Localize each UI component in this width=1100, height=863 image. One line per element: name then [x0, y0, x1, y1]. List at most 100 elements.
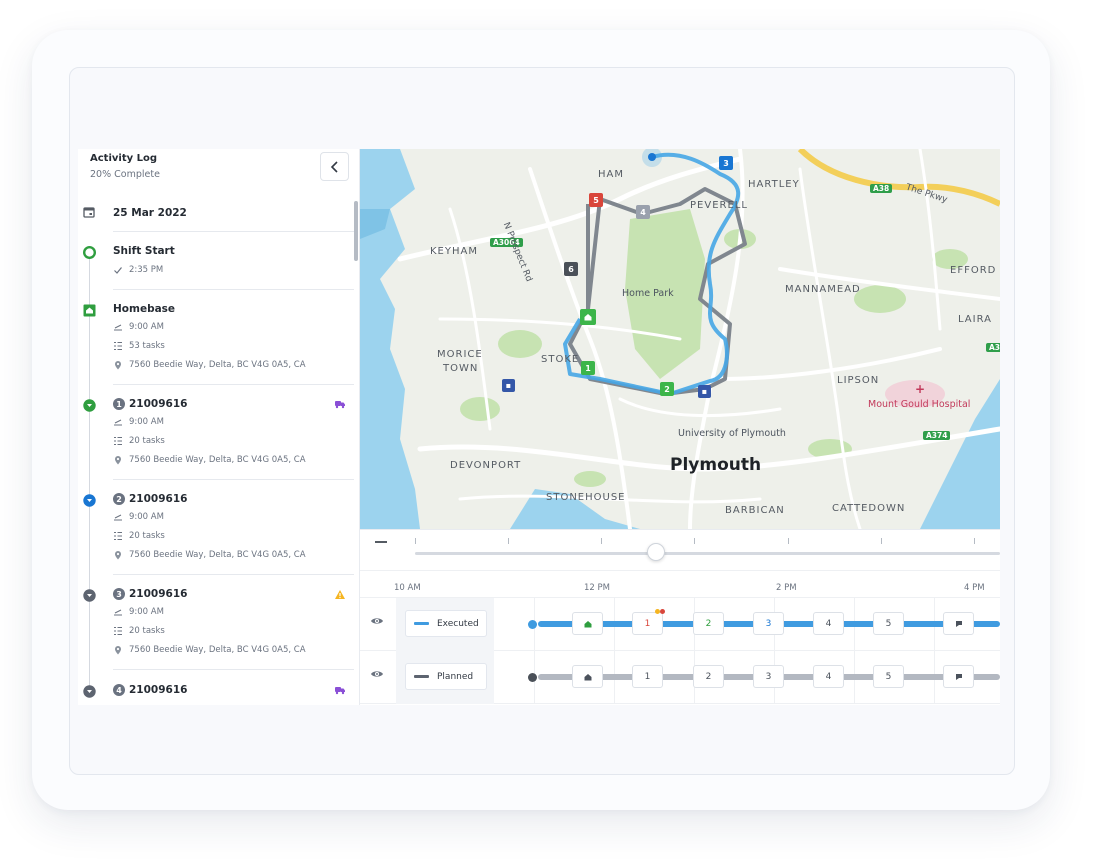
entry-time-text: 9:00 AM — [129, 417, 164, 427]
entry-tasks: 20 tasks — [113, 531, 165, 541]
timeline-stop-1[interactable]: 1 — [632, 665, 663, 688]
entry-address: 7560 Beedie Way, Delta, BC V4G 0A5, CA — [113, 360, 306, 370]
departure-icon — [114, 609, 122, 616]
divider — [113, 231, 354, 232]
entry-address-text: 7560 Beedie Way, Delta, BC V4G 0A5, CA — [129, 360, 306, 370]
timeline-stop-2[interactable]: 2 — [693, 612, 724, 635]
alert-dot — [660, 609, 665, 614]
entry-title: 1 21009616 — [113, 398, 187, 410]
timeline-stop-2[interactable]: 2 — [693, 665, 724, 688]
map-label-town: TOWN — [443, 363, 479, 374]
timeline-stop-4[interactable]: 4 — [813, 665, 844, 688]
timeline-stop-5[interactable]: 5 — [873, 665, 904, 688]
entry-time: 9:00 AM — [113, 512, 164, 522]
location-pin-icon — [115, 646, 121, 655]
eye-icon[interactable] — [370, 616, 384, 626]
departure-icon — [114, 324, 122, 331]
map-label-lipson: LIPSON — [837, 375, 880, 386]
route-map[interactable]: HAM HARTLEY PEVERELL KEYHAM EFFORD MANNA… — [360, 149, 1000, 529]
back-button[interactable] — [320, 152, 349, 181]
task-list-icon — [114, 342, 122, 350]
entry-time-text: 2:35 PM — [129, 265, 164, 275]
log-entry-stop-4[interactable]: 4 21009616 — [78, 681, 354, 705]
map-pin-1[interactable]: 1 — [581, 361, 595, 375]
eye-icon[interactable] — [370, 669, 384, 679]
calendar-icon — [83, 207, 95, 218]
map-pin-5[interactable]: 5 — [589, 193, 603, 207]
divider — [113, 289, 354, 290]
hour-label: 12 PM — [584, 583, 610, 593]
map-pin-6[interactable]: 6 — [564, 262, 578, 276]
timeline-stop-home[interactable] — [572, 665, 603, 688]
location-pin-icon — [115, 551, 121, 560]
slider-tick — [601, 538, 602, 544]
log-entry-stop-3[interactable]: 3 21009616 9:00 AM 20 tasks 7560 Beedie W… — [78, 585, 354, 669]
entry-address-text: 7560 Beedie Way, Delta, BC V4G 0A5, CA — [129, 550, 306, 560]
entry-title-text: 21009616 — [129, 493, 188, 505]
stop-down-icon — [83, 685, 96, 698]
timeline-stop-3[interactable]: 3 — [753, 612, 784, 635]
timeline-stop-1[interactable]: 1 — [632, 612, 663, 635]
entry-time: 2:35 PM — [113, 265, 163, 275]
time-zoom-slider[interactable] — [415, 552, 1000, 555]
task-list-icon — [114, 532, 122, 540]
map-label-stonehouse: STONEHOUSE — [546, 492, 626, 503]
task-list-icon — [114, 437, 122, 445]
location-pin-icon — [115, 456, 121, 465]
map-pin-home[interactable] — [580, 309, 596, 325]
track-label[interactable]: Planned — [405, 663, 487, 690]
slider-tick — [974, 538, 975, 544]
entry-address-text: 7560 Beedie Way, Delta, BC V4G 0A5, CA — [129, 455, 306, 465]
map-label-barbican: BARBICAN — [725, 505, 785, 516]
map-pin-2[interactable]: 2 — [660, 382, 674, 396]
timeline-stop-3[interactable]: 3 — [753, 665, 784, 688]
date-label: 25 Mar 2022 — [113, 207, 187, 219]
divider — [113, 384, 354, 385]
slider-handle[interactable] — [647, 543, 665, 561]
road-tag-a3: A3 — [986, 343, 1000, 352]
track-planned: Planned 1 2 3 4 5 — [360, 651, 1000, 704]
map-label-laira: LAIRA — [958, 314, 992, 325]
map-label-peverell: PEVERELL — [690, 200, 748, 211]
timeline-stop-4[interactable]: 4 — [813, 612, 844, 635]
activity-log-sidebar: Activity Log 20% Complete 25 Mar 2022 Sh… — [78, 149, 360, 705]
slider-tick — [788, 538, 789, 544]
slider-tick — [508, 538, 509, 544]
stop-number-badge: 1 — [113, 398, 125, 410]
entry-title: Shift Start — [113, 245, 175, 257]
park-area — [854, 285, 906, 313]
road-tag-a38: A38 — [870, 184, 893, 193]
log-entry-homebase[interactable]: Homebase 9:00 AM 53 tasks 7560 Beedie Wa… — [78, 300, 354, 384]
entry-title: 2 21009616 — [113, 493, 187, 505]
timeline-stop-home[interactable] — [572, 612, 603, 635]
timeline-stop-5[interactable]: 5 — [873, 612, 904, 635]
park-area — [498, 330, 542, 358]
sidebar-scrollbar[interactable] — [354, 201, 358, 261]
entry-time-text: 9:00 AM — [129, 512, 164, 522]
map-label-university: University of Plymouth — [678, 428, 786, 439]
map-label-cattedown: CATTEDOWN — [832, 503, 906, 514]
task-list-icon — [114, 627, 122, 635]
park-area — [574, 471, 606, 487]
log-entry-stop-1[interactable]: 1 21009616 9:00 AM 20 tasks 7560 Beedie W… — [78, 395, 354, 479]
water-area — [360, 149, 420, 529]
map-pin-4[interactable]: 4 — [636, 205, 650, 219]
map-label-mannamead: MANNAMEAD — [785, 284, 861, 295]
track-label[interactable]: Executed — [405, 610, 487, 637]
flag-icon — [955, 620, 962, 627]
truck-icon — [335, 401, 345, 409]
slider-tick — [415, 538, 416, 544]
log-entry-shift-start[interactable]: Shift Start 2:35 PM — [78, 242, 354, 286]
timeline-stop-end[interactable] — [943, 612, 974, 635]
timeline-panel: 10 AM 12 PM 2 PM 4 PM Executed 1 2 3 4 5… — [360, 529, 1000, 705]
app-window: Activity Log 20% Complete 25 Mar 2022 Sh… — [78, 149, 1000, 705]
location-pin-icon — [115, 361, 121, 370]
timeline-stop-end[interactable] — [943, 665, 974, 688]
map-label-keyham: KEYHAM — [430, 246, 478, 257]
warning-icon — [335, 590, 345, 599]
log-entry-stop-2[interactable]: 2 21009616 9:00 AM 20 tasks 7560 Beedie W… — [78, 490, 354, 574]
entry-tasks: 53 tasks — [113, 341, 165, 351]
zoom-out-button[interactable] — [375, 541, 387, 543]
map-pin-3[interactable]: 3 — [719, 156, 733, 170]
hour-axis: 10 AM 12 PM 2 PM 4 PM — [360, 570, 1000, 598]
